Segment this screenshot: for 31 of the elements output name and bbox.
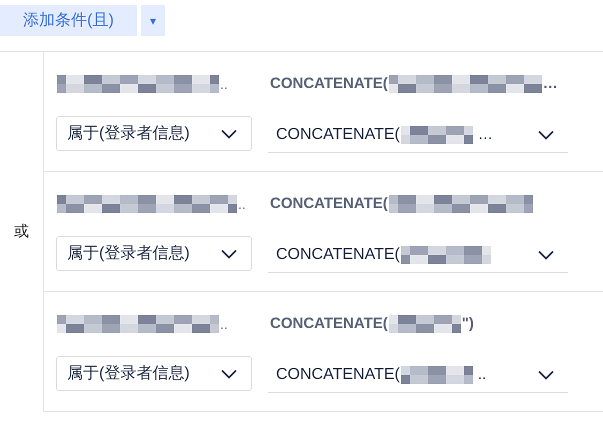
chevron-down-icon xyxy=(221,368,237,378)
value-select[interactable]: CONCATENATE( xyxy=(268,238,568,273)
operator-select[interactable]: 属于(登录者信息) xyxy=(56,236,252,271)
ellipsis-text: .. xyxy=(220,74,228,94)
chevron-down-icon xyxy=(538,370,554,380)
ellipsis-text: … xyxy=(478,124,493,145)
select-value: 属于(登录者信息) xyxy=(67,124,190,144)
add-condition-button[interactable]: 添加条件(且) xyxy=(0,5,137,36)
operator-select[interactable]: 属于(登录者信息) xyxy=(56,116,252,151)
select-value: CONCATENATE( xyxy=(276,125,400,145)
chevron-down-icon xyxy=(538,250,554,260)
formula-text: CONCATENATE( xyxy=(270,314,388,334)
value-select[interactable]: CONCATENATE( … xyxy=(268,118,568,153)
ellipsis-text: .. xyxy=(220,314,228,334)
ellipsis-text: .. xyxy=(238,194,246,214)
operator-select[interactable]: 属于(登录者信息) xyxy=(56,356,252,391)
select-value: CONCATENATE( xyxy=(276,245,400,265)
formula-end-text: ") xyxy=(462,314,474,334)
formula-end-text: … xyxy=(542,74,558,94)
chevron-down-icon xyxy=(221,248,237,258)
select-value: 属于(登录者信息) xyxy=(67,244,190,264)
formula-text: CONCATENATE( xyxy=(270,74,388,94)
value-select[interactable]: CONCATENATE( .. xyxy=(268,358,568,393)
ellipsis-text: .. xyxy=(478,364,486,385)
chevron-down-icon xyxy=(221,128,237,138)
dropdown-button[interactable]: ▾ xyxy=(141,5,165,36)
select-value: CONCATENATE( xyxy=(276,365,400,385)
select-value: 属于(登录者信息) xyxy=(67,364,190,384)
formula-text: CONCATENATE( xyxy=(270,194,388,214)
or-label: 或 xyxy=(14,222,29,242)
chevron-down-icon xyxy=(538,130,554,140)
